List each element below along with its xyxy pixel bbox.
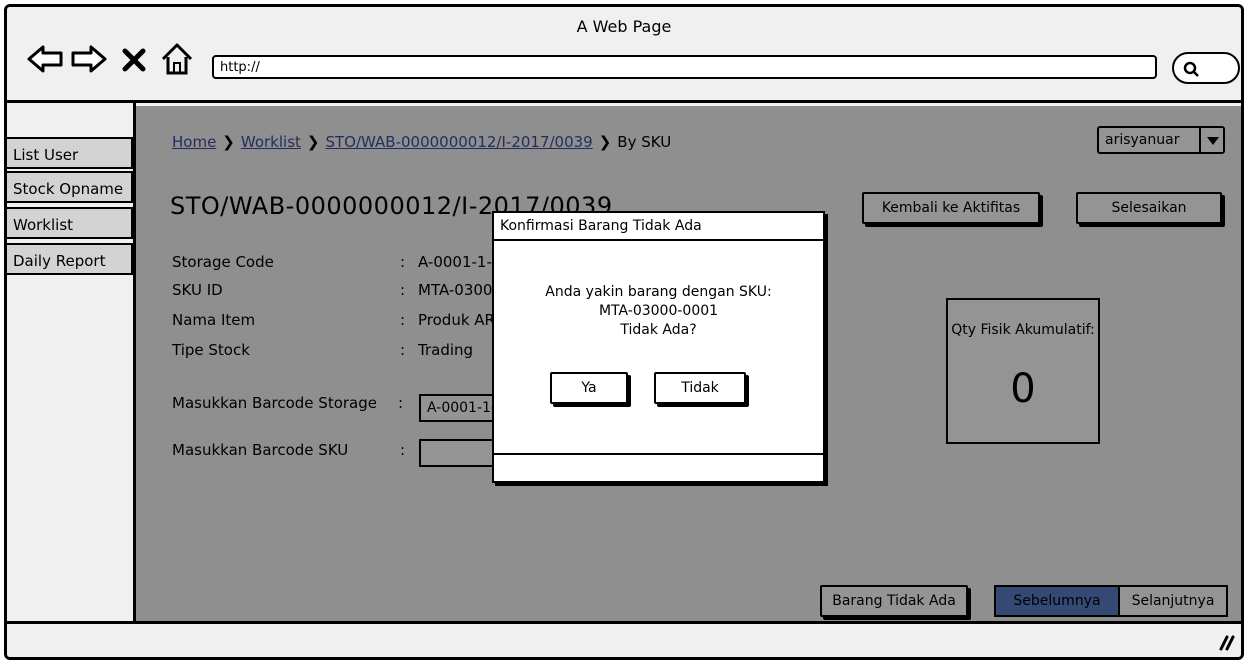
confirm-no-button[interactable]: Tidak <box>654 372 746 404</box>
sidebar-item-label: List User <box>13 146 79 164</box>
url-bar[interactable]: http:// <box>212 55 1157 79</box>
url-text: http:// <box>220 60 260 75</box>
sidebar-item-daily-report[interactable]: Daily Report <box>7 243 133 275</box>
browser-titlebar: A Web Page http:// <box>7 7 1241 103</box>
window-title: A Web Page <box>576 17 672 36</box>
dialog-footer <box>494 453 823 481</box>
confirm-yes-button[interactable]: Ya <box>550 372 628 404</box>
home-icon[interactable] <box>157 39 197 79</box>
search-icon <box>1183 61 1199 77</box>
dialog-title: Konfirmasi Barang Tidak Ada <box>494 213 823 241</box>
dialog-message-line: Anda yakin barang dengan SKU: <box>545 284 772 300</box>
back-arrow-icon[interactable] <box>25 39 65 79</box>
sidebar-item-label: Stock Opname <box>13 180 124 198</box>
sidebar: List User Stock Opname Worklist Daily Re… <box>7 103 133 621</box>
resize-grip-icon[interactable] <box>1215 635 1235 651</box>
dialog-message-line: Tidak Ada? <box>620 322 697 338</box>
dialog-message-sku: MTA-03000-0001 <box>598 303 719 319</box>
close-icon[interactable] <box>119 39 149 79</box>
dialog-message: Anda yakin barang dengan SKU: MTA-03000-… <box>494 283 823 340</box>
sidebar-item-worklist[interactable]: Worklist <box>7 207 133 239</box>
sidebar-item-stock-opname[interactable]: Stock Opname <box>7 171 133 203</box>
sidebar-item-label: Worklist <box>13 216 74 234</box>
status-bar <box>7 621 1241 657</box>
sidebar-item-list-user[interactable]: List User <box>7 137 133 169</box>
sidebar-item-label: Daily Report <box>13 252 106 270</box>
browser-search[interactable] <box>1172 52 1240 84</box>
forward-arrow-icon[interactable] <box>69 39 109 79</box>
confirm-dialog: Konfirmasi Barang Tidak Ada Anda yakin b… <box>492 211 825 483</box>
